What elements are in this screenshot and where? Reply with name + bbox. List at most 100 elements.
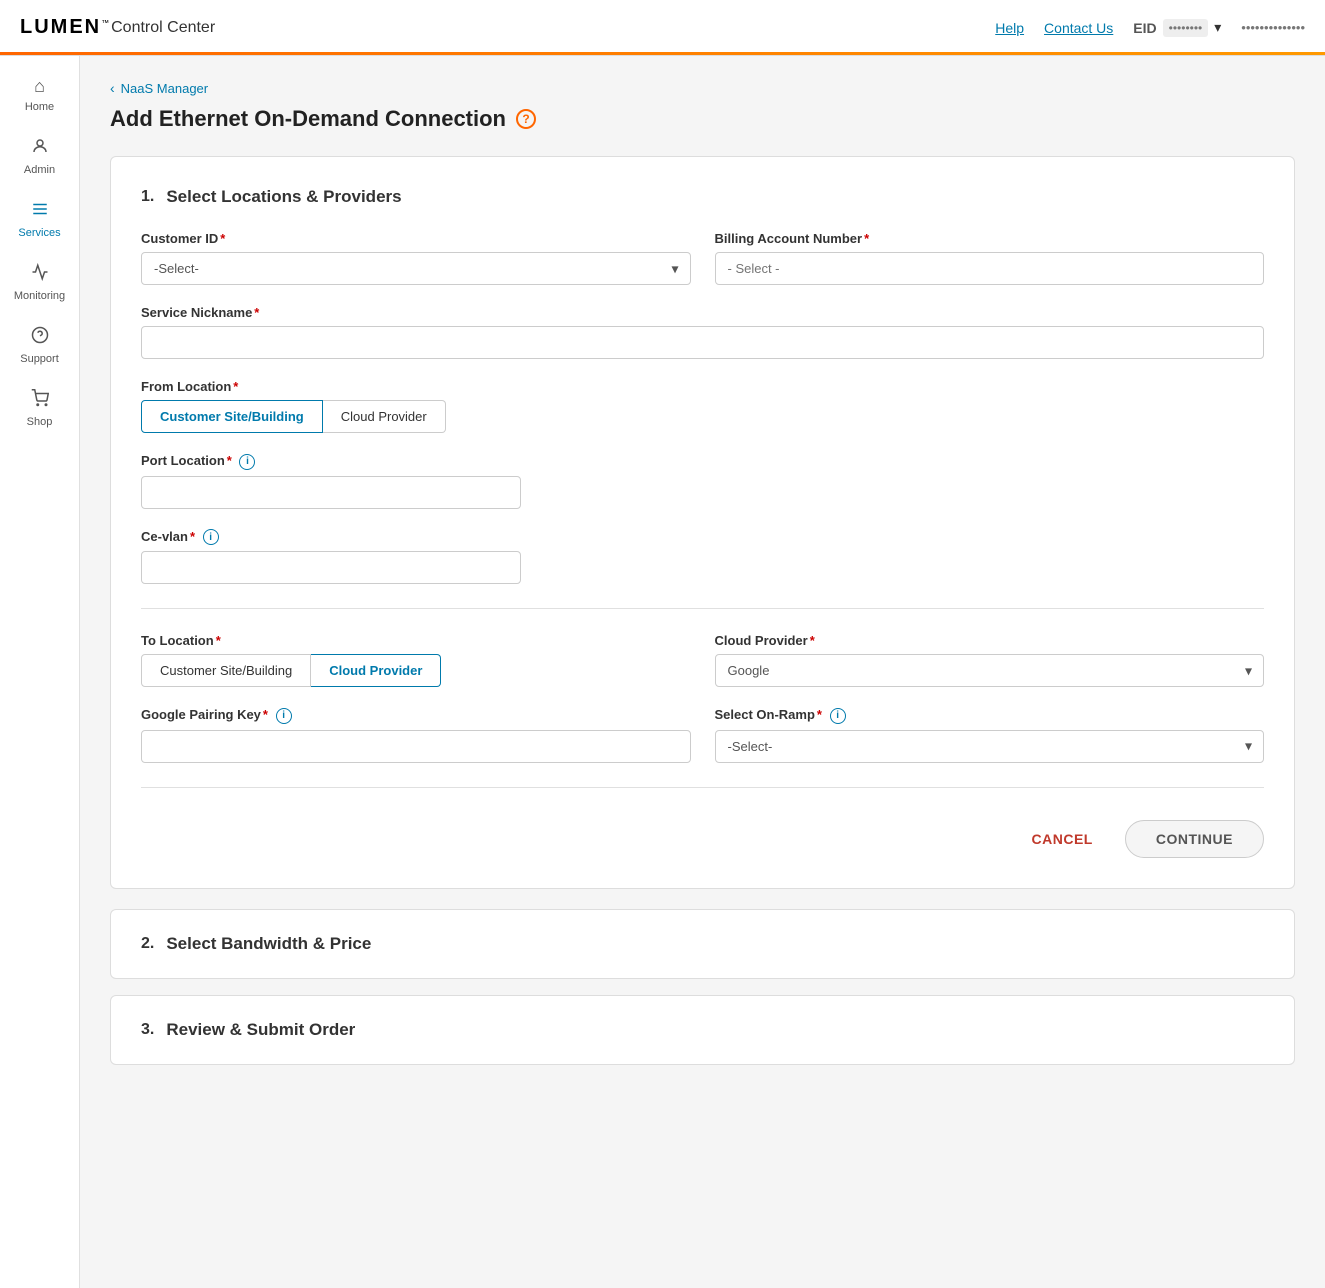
service-nickname-input[interactable] — [141, 326, 1264, 359]
step-1-header: 1. Select Locations & Providers — [141, 187, 1264, 207]
select-on-ramp-select[interactable]: -Select- — [715, 730, 1265, 763]
cancel-button[interactable]: CANCEL — [1016, 821, 1109, 857]
step-1-title: Select Locations & Providers — [166, 187, 401, 207]
breadcrumb-arrow-icon: ‹ — [110, 80, 115, 96]
step-1-number: 1. — [141, 188, 154, 206]
services-icon — [31, 200, 49, 223]
port-location-input[interactable] — [141, 476, 521, 509]
form-row-to-location: To Location* Customer Site/Building Clou… — [141, 633, 1264, 687]
shop-icon — [31, 389, 49, 412]
step-3-card: 3. Review & Submit Order — [110, 995, 1295, 1065]
select-on-ramp-info-icon[interactable]: i — [830, 708, 846, 724]
sidebar-item-support[interactable]: Support — [0, 316, 79, 375]
main-content: ‹ NaaS Manager Add Ethernet On-Demand Co… — [80, 56, 1325, 1288]
billing-account-label: Billing Account Number* — [715, 231, 1265, 246]
to-location-toggle: Customer Site/Building Cloud Provider — [141, 654, 691, 687]
sidebar-label-services: Services — [18, 227, 60, 239]
billing-account-group: Billing Account Number* — [715, 231, 1265, 285]
sidebar-label-admin: Admin — [24, 164, 55, 176]
help-link[interactable]: Help — [995, 20, 1024, 36]
contact-us-link[interactable]: Contact Us — [1044, 20, 1113, 36]
eid-label: EID — [1133, 20, 1156, 36]
sidebar: ⌂ Home Admin Services Monitoring Suppo — [0, 56, 80, 1288]
logo: LUMEN™ — [20, 16, 111, 39]
step-1-card: 1. Select Locations & Providers Customer… — [110, 156, 1295, 889]
sidebar-item-monitoring[interactable]: Monitoring — [0, 253, 79, 312]
step-3-title: Review & Submit Order — [166, 1020, 355, 1040]
page-title: Add Ethernet On-Demand Connection ? — [110, 106, 1295, 132]
sidebar-label-support: Support — [20, 353, 59, 365]
sidebar-item-home[interactable]: ⌂ Home — [0, 66, 79, 123]
step-2-number: 2. — [141, 935, 154, 953]
form-row-from-location: From Location* Customer Site/Building Cl… — [141, 379, 1264, 433]
topbar-orange-line — [0, 52, 1325, 55]
continue-button[interactable]: CONTINUE — [1125, 820, 1264, 858]
from-location-label: From Location* — [141, 379, 1264, 394]
google-pairing-key-group: Google Pairing Key* i — [141, 707, 691, 763]
cloud-provider-label: Cloud Provider* — [715, 633, 1265, 648]
form-actions: CANCEL CONTINUE — [141, 812, 1264, 858]
from-location-group: From Location* Customer Site/Building Cl… — [141, 379, 1264, 433]
from-customer-site-button[interactable]: Customer Site/Building — [141, 400, 323, 433]
to-cloud-provider-button[interactable]: Cloud Provider — [311, 654, 441, 687]
customer-id-label: Customer ID* — [141, 231, 691, 246]
port-location-info-icon[interactable]: i — [239, 454, 255, 470]
sidebar-label-shop: Shop — [27, 416, 53, 428]
google-pairing-key-input[interactable] — [141, 730, 691, 763]
sidebar-item-shop[interactable]: Shop — [0, 379, 79, 438]
admin-icon — [31, 137, 49, 160]
breadcrumb-link[interactable]: NaaS Manager — [121, 81, 208, 96]
step-2-title: Select Bandwidth & Price — [166, 934, 371, 954]
google-pairing-key-info-icon[interactable]: i — [276, 708, 292, 724]
topbar-right: Help Contact Us EID •••••••• ▾ •••••••••… — [995, 19, 1305, 37]
ce-vlan-input[interactable] — [141, 551, 521, 584]
section-divider — [141, 608, 1264, 609]
user-name: •••••••••••••• — [1241, 20, 1305, 35]
to-location-label: To Location* — [141, 633, 691, 648]
port-location-group: Port Location* i — [141, 453, 521, 509]
monitoring-icon — [31, 263, 49, 286]
cloud-provider-group: Cloud Provider* Google ▾ — [715, 633, 1265, 687]
ce-vlan-label: Ce-vlan* i — [141, 529, 521, 546]
customer-id-select[interactable]: -Select- — [141, 252, 691, 285]
form-row-customer: Customer ID* -Select- ▾ Billing Account … — [141, 231, 1264, 285]
step-3-header: 3. Review & Submit Order — [141, 1020, 1264, 1040]
step-2-card: 2. Select Bandwidth & Price — [110, 909, 1295, 979]
ce-vlan-info-icon[interactable]: i — [203, 529, 219, 545]
eid-section[interactable]: EID •••••••• ▾ — [1133, 19, 1221, 37]
port-location-label: Port Location* i — [141, 453, 521, 470]
billing-account-input[interactable] — [715, 252, 1265, 285]
customer-id-group: Customer ID* -Select- ▾ — [141, 231, 691, 285]
eid-value: •••••••• — [1163, 19, 1209, 37]
support-icon — [31, 326, 49, 349]
page-help-icon[interactable]: ? — [516, 109, 536, 129]
service-nickname-label: Service Nickname* — [141, 305, 1264, 320]
select-on-ramp-wrapper: -Select- ▾ — [715, 730, 1265, 763]
sidebar-item-services[interactable]: Services — [0, 190, 79, 249]
home-icon: ⌂ — [34, 76, 45, 97]
step-3-number: 3. — [141, 1021, 154, 1039]
customer-id-select-wrapper: -Select- ▾ — [141, 252, 691, 285]
form-row-nickname: Service Nickname* — [141, 305, 1264, 359]
from-location-toggle: Customer Site/Building Cloud Provider — [141, 400, 1264, 433]
sidebar-label-monitoring: Monitoring — [14, 290, 65, 302]
sidebar-item-admin[interactable]: Admin — [0, 127, 79, 186]
select-on-ramp-label: Select On-Ramp* i — [715, 707, 1265, 724]
form-row-pairing: Google Pairing Key* i Select On-Ramp* i … — [141, 707, 1264, 763]
step-2-header: 2. Select Bandwidth & Price — [141, 934, 1264, 954]
service-nickname-group: Service Nickname* — [141, 305, 1264, 359]
form-row-ce-vlan: Ce-vlan* i — [141, 529, 1264, 585]
from-cloud-provider-button[interactable]: Cloud Provider — [323, 400, 446, 433]
actions-divider — [141, 787, 1264, 788]
app-title: Control Center — [111, 19, 215, 37]
sidebar-label-home: Home — [25, 101, 54, 113]
select-on-ramp-group: Select On-Ramp* i -Select- ▾ — [715, 707, 1265, 763]
google-pairing-key-label: Google Pairing Key* i — [141, 707, 691, 724]
cloud-provider-select-wrapper: Google ▾ — [715, 654, 1265, 687]
layout: ⌂ Home Admin Services Monitoring Suppo — [0, 56, 1325, 1288]
topbar: LUMEN™ Control Center Help Contact Us EI… — [0, 0, 1325, 56]
breadcrumb: ‹ NaaS Manager — [110, 80, 1295, 96]
to-customer-site-button[interactable]: Customer Site/Building — [141, 654, 311, 687]
to-location-group: To Location* Customer Site/Building Clou… — [141, 633, 691, 687]
cloud-provider-select[interactable]: Google — [715, 654, 1265, 687]
